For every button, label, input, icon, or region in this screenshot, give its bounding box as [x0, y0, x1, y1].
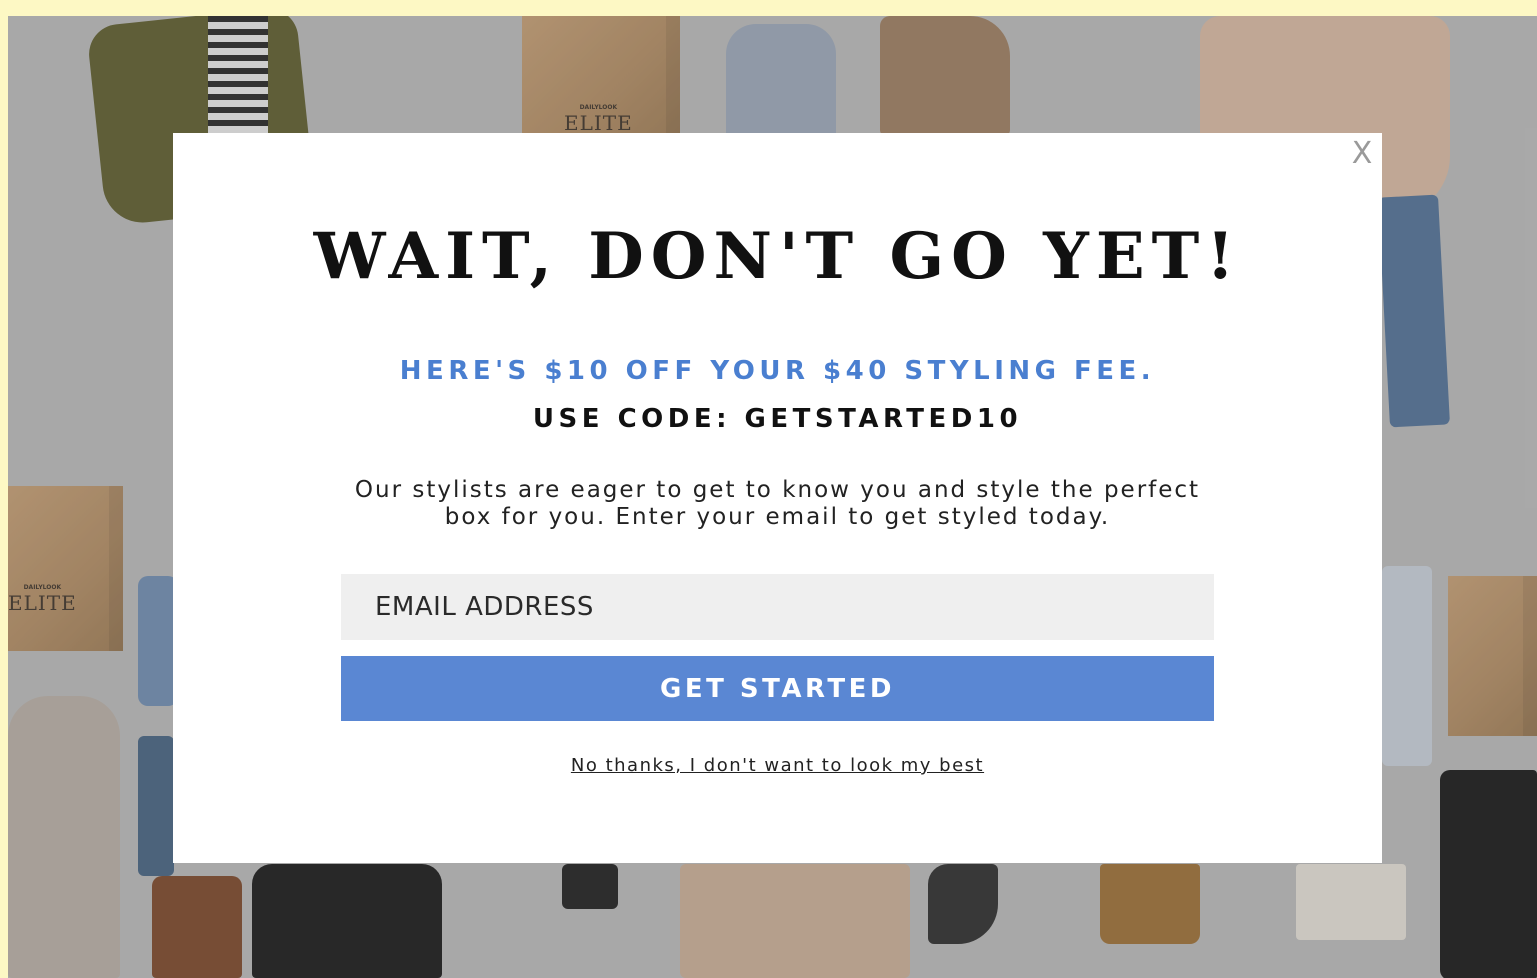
promo-code-text: USE CODE: GETSTARTED10	[532, 404, 1023, 434]
close-icon[interactable]: X	[1349, 139, 1375, 169]
modal-description: Our stylists are eager to get to know yo…	[354, 477, 1201, 530]
decline-link[interactable]: No thanks, I don't want to look my best	[173, 755, 1382, 777]
modal-title: WAIT, DON'T GO YET!	[313, 219, 1242, 294]
exit-intent-modal: X WAIT, DON'T GO YET! HERE'S $10 OFF YOU…	[173, 133, 1382, 863]
offer-text: HERE'S $10 OFF YOUR $40 STYLING FEE.	[399, 356, 1156, 386]
get-started-button[interactable]: GET STARTED	[341, 656, 1214, 721]
email-input[interactable]	[341, 574, 1214, 640]
